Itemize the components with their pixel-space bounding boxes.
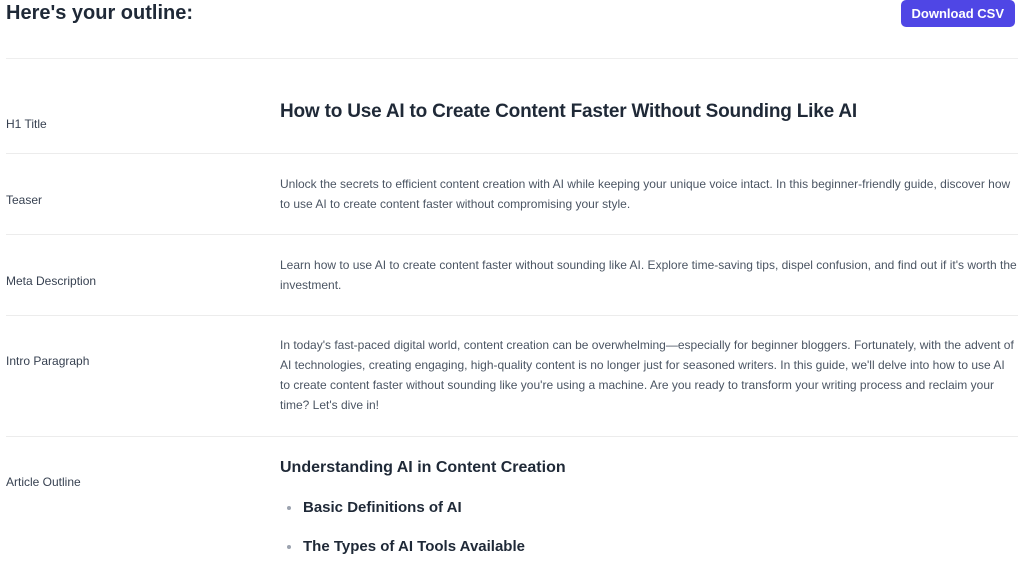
- row-label: Meta Description: [6, 274, 97, 288]
- outline-section-heading: Understanding AI in Content Creation: [280, 459, 566, 476]
- row-content: How to Use AI to Create Content Faster W…: [280, 100, 1018, 124]
- row-teaser: Teaser Unlock the secrets to efficient c…: [6, 154, 1018, 235]
- outline-item-text: The Types of AI Tools Available: [303, 538, 525, 555]
- download-csv-button[interactable]: Download CSV: [900, 0, 1015, 27]
- bullet-icon: [287, 506, 291, 510]
- row-label: Article Outline: [6, 475, 81, 489]
- bullet-icon: [287, 545, 291, 549]
- row-content: Unlock the secrets to efficient content …: [280, 174, 1018, 214]
- row-content: Learn how to use AI to create content fa…: [280, 255, 1018, 295]
- list-item: Basic Definitions of AI: [280, 498, 1018, 518]
- row-label: Teaser: [6, 193, 43, 207]
- row-meta-description: Meta Description Learn how to use AI to …: [6, 235, 1018, 316]
- page-title: Here's your outline:: [6, 2, 194, 24]
- intro-paragraph-text: In today's fast-paced digital world, con…: [280, 338, 1014, 412]
- row-article-outline: Article Outline Understanding AI in Cont…: [6, 437, 1018, 563]
- outline-table: H1 Title How to Use AI to Create Content…: [6, 59, 1018, 563]
- meta-description-text: Learn how to use AI to create content fa…: [280, 258, 1017, 292]
- row-content: In today's fast-paced digital world, con…: [280, 335, 1018, 415]
- outline-item-text: Basic Definitions of AI: [303, 499, 462, 516]
- row-content: Understanding AI in Content Creation Bas…: [280, 457, 1018, 557]
- teaser-text: Unlock the secrets to efficient content …: [280, 177, 1011, 211]
- h1-title-text: How to Use AI to Create Content Faster W…: [280, 101, 857, 122]
- outline-list: Basic Definitions of AI The Types of AI …: [280, 498, 1018, 557]
- outline-page: Here's your outline: Download CSV H1 Tit…: [0, 0, 1024, 563]
- row-intro-paragraph: Intro Paragraph In today's fast-paced di…: [6, 316, 1018, 437]
- outline-header: Here's your outline: Download CSV: [6, 0, 1018, 58]
- row-label: H1 Title: [6, 117, 47, 131]
- list-item: The Types of AI Tools Available: [280, 537, 1018, 557]
- row-label: Intro Paragraph: [6, 354, 90, 368]
- row-h1-title: H1 Title How to Use AI to Create Content…: [6, 59, 1018, 154]
